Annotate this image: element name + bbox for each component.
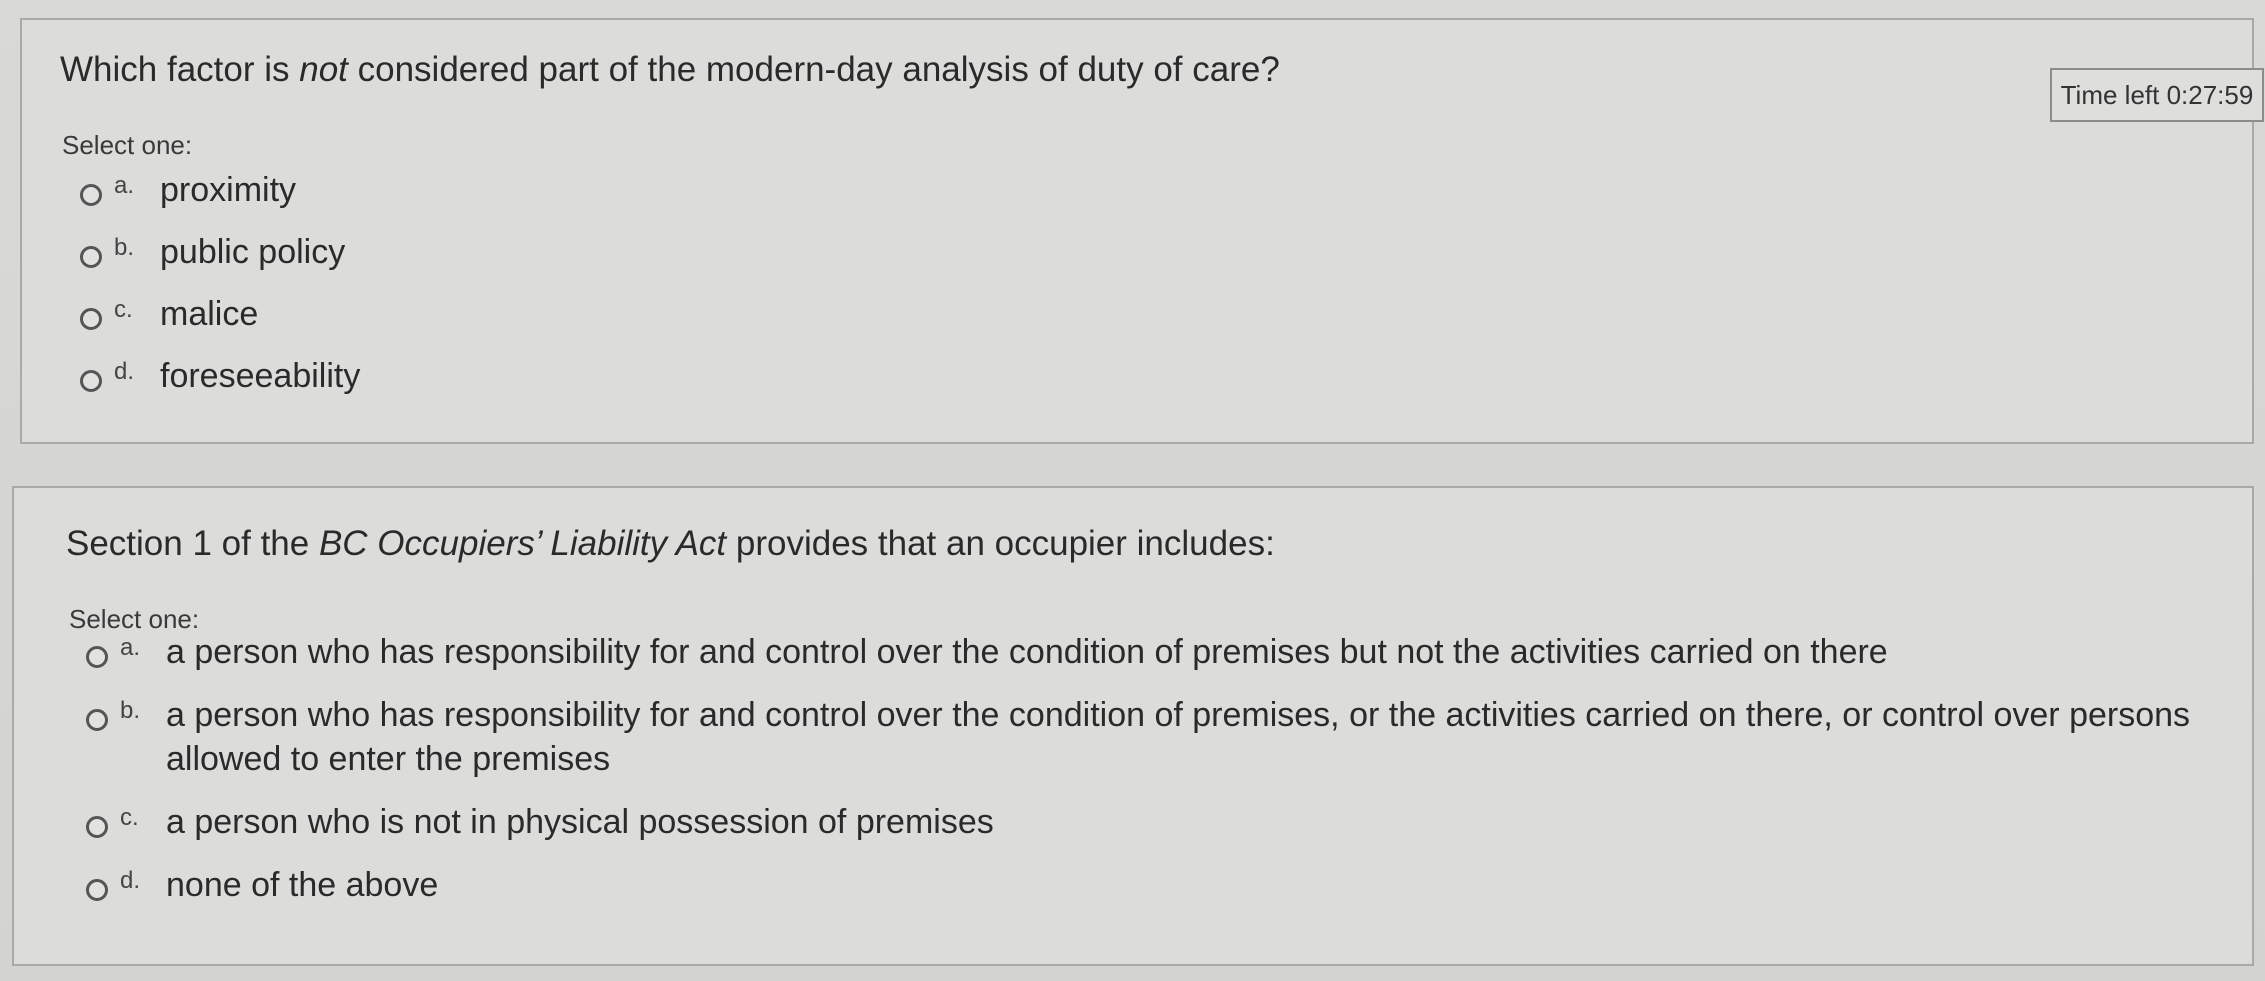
question-text-part: considered part of the modern-day analys… — [347, 50, 1280, 89]
radio-button[interactable] — [86, 646, 108, 668]
option-text[interactable]: a person who is not in physical possessi… — [166, 800, 994, 844]
option-c[interactable]: c. a person who is not in physical posse… — [86, 800, 2206, 844]
option-c[interactable]: c. malice — [80, 292, 360, 354]
radio-button[interactable] — [86, 879, 108, 901]
option-b[interactable]: b. a person who has responsibility for a… — [86, 693, 2206, 781]
option-letter: d. — [120, 867, 141, 894]
quiz-page: Which factor is not considered part of t… — [0, 0, 2265, 981]
question-card-1: Which factor is not considered part of t… — [20, 18, 2264, 444]
radio-button[interactable] — [80, 246, 102, 268]
question-text-emphasis: BC Occupiers’ Liability Act — [318, 524, 727, 563]
radio-button[interactable] — [80, 370, 102, 392]
radio-button[interactable] — [86, 816, 108, 838]
option-letter: c. — [114, 296, 133, 323]
option-text[interactable]: public policy — [160, 230, 345, 274]
option-letter: d. — [114, 358, 135, 385]
question-text-part: Which factor is — [60, 50, 300, 89]
question-text: Which factor is not considered part of t… — [60, 50, 1280, 90]
option-text[interactable]: proximity — [160, 168, 296, 212]
radio-button[interactable] — [80, 308, 102, 330]
question-text-part: Section 1 of the — [66, 524, 319, 563]
options-list: a. proximity b. public policy c. malice … — [80, 168, 360, 416]
question-text-emphasis: not — [299, 50, 348, 89]
option-a[interactable]: a. proximity — [80, 168, 360, 230]
option-text[interactable]: a person who has responsibility for and … — [166, 693, 2206, 781]
option-letter: a. — [114, 172, 135, 199]
question-text-part: provides that an occupier includes: — [726, 524, 1275, 563]
option-d[interactable]: d. none of the above — [86, 863, 2206, 907]
question-text: Section 1 of the BC Occupiers’ Liability… — [66, 524, 1275, 564]
option-text[interactable]: a person who has responsibility for and … — [166, 630, 1888, 674]
question-card-2: Section 1 of the BC Occupiers’ Liability… — [12, 486, 2254, 966]
option-b[interactable]: b. public policy — [80, 230, 360, 292]
option-letter: b. — [114, 234, 135, 261]
time-left-display: Time left 0:27:59 — [2050, 68, 2264, 122]
options-list: a. a person who has responsibility for a… — [86, 630, 2206, 926]
option-letter: a. — [120, 634, 141, 661]
option-text[interactable]: foreseeability — [160, 354, 360, 398]
option-text[interactable]: none of the above — [166, 863, 438, 907]
radio-button[interactable] — [86, 709, 108, 731]
radio-button[interactable] — [80, 184, 102, 206]
option-letter: c. — [120, 804, 139, 831]
select-one-label: Select one: — [62, 130, 193, 160]
option-d[interactable]: d. foreseeability — [80, 354, 360, 416]
option-letter: b. — [120, 697, 141, 724]
option-text[interactable]: malice — [160, 292, 258, 336]
option-a[interactable]: a. a person who has responsibility for a… — [86, 630, 2206, 674]
